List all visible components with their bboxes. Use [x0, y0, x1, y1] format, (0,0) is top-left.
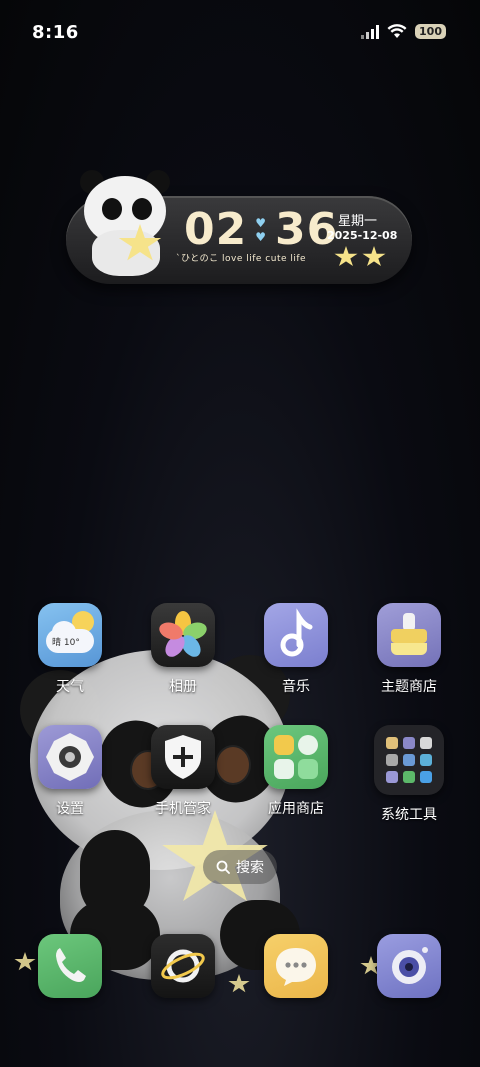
- app-label: 系统工具: [381, 807, 437, 823]
- widget-weekday: 星期一: [338, 214, 378, 229]
- clock-hour: 02: [184, 204, 248, 255]
- browser-icon: [151, 934, 215, 998]
- app-settings[interactable]: 设置: [25, 725, 115, 818]
- status-icons: 100: [361, 24, 446, 39]
- app-phone-manager[interactable]: 手机管家: [138, 725, 228, 818]
- app-system-tools[interactable]: 系统工具: [364, 725, 454, 824]
- app-theme-store[interactable]: 主题商店: [364, 603, 454, 696]
- star-decoration-icon: [334, 246, 386, 268]
- dock-browser[interactable]: [138, 934, 228, 998]
- search-label: 搜索: [236, 860, 264, 876]
- panda-widget-icon: [78, 168, 174, 280]
- weather-icon: 晴 10°: [38, 603, 102, 667]
- status-bar: 8:16 100: [0, 0, 480, 64]
- phone-manager-icon: [151, 725, 215, 789]
- app-app-store[interactable]: 应用商店: [251, 725, 341, 818]
- camera-icon: [377, 934, 441, 998]
- app-label: 主题商店: [381, 679, 437, 695]
- music-icon: [264, 603, 328, 667]
- search-icon: [216, 860, 230, 874]
- phone-icon: [38, 934, 102, 998]
- heart-separator-icon: ♥ ♥: [255, 215, 267, 244]
- settings-icon: [38, 725, 102, 789]
- app-label: 相册: [169, 679, 197, 695]
- widget-slogan: `ひとのこ love life cute life: [176, 254, 307, 264]
- search-button[interactable]: 搜索: [203, 850, 277, 884]
- app-photos[interactable]: 相册: [138, 603, 228, 696]
- signal-icon: [361, 24, 380, 39]
- app-music[interactable]: 音乐: [251, 603, 341, 696]
- widget-date: 2025-12-08: [327, 229, 398, 242]
- dock-messages[interactable]: [251, 934, 341, 998]
- app-label: 手机管家: [155, 801, 211, 817]
- widget-clock: 02 ♥ ♥ 36: [184, 204, 338, 255]
- dock-phone[interactable]: [25, 934, 115, 998]
- weather-badge: 晴 10°: [52, 638, 80, 648]
- battery-indicator: 100: [415, 24, 446, 39]
- messages-icon: [264, 934, 328, 998]
- app-label: 应用商店: [268, 801, 324, 817]
- wifi-icon: [387, 24, 407, 38]
- app-store-icon: [264, 725, 328, 789]
- theme-store-icon: [377, 603, 441, 667]
- status-time: 8:16: [32, 22, 79, 43]
- system-tools-icon: [374, 725, 444, 795]
- dock-camera[interactable]: [364, 934, 454, 998]
- app-label: 设置: [56, 801, 84, 817]
- photos-icon: [151, 603, 215, 667]
- app-label: 天气: [56, 679, 84, 695]
- app-weather[interactable]: 晴 10° 天气: [25, 603, 115, 696]
- app-label: 音乐: [282, 679, 310, 695]
